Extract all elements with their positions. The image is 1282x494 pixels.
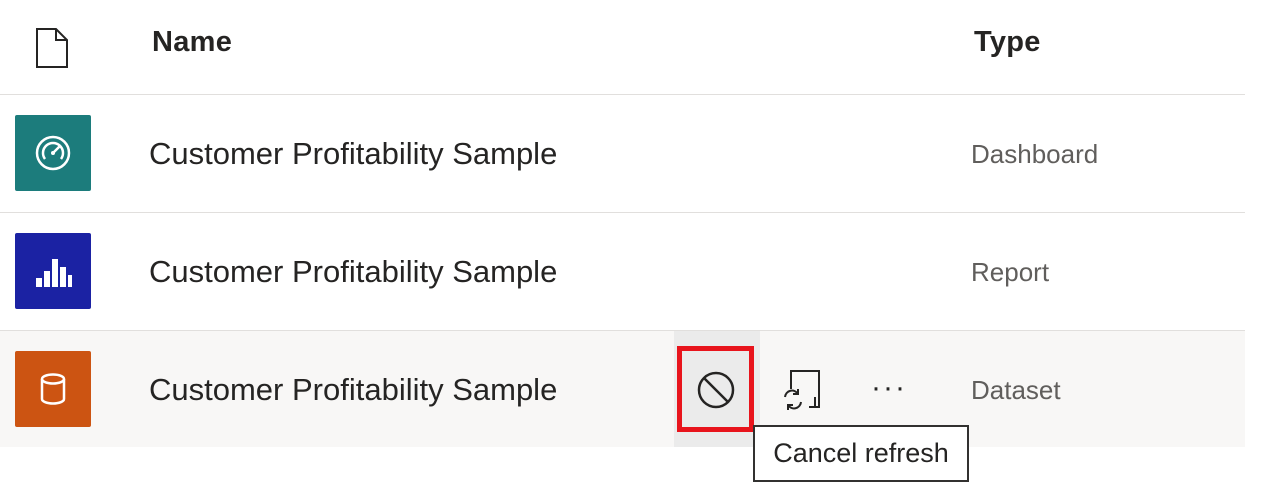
item-type: Report (971, 257, 1050, 287)
table-row[interactable]: Customer Profitability Sample Dashboard (0, 95, 1245, 213)
cancel-icon (697, 371, 735, 409)
database-icon (40, 373, 66, 405)
list-header: Name Type (0, 0, 1245, 95)
more-options-button[interactable]: ··· (866, 365, 912, 411)
file-icon (34, 28, 70, 68)
dataset-tile (15, 351, 91, 427)
table-row[interactable]: Customer Profitability Sample ··· Datase… (0, 331, 1245, 447)
column-header-name[interactable]: Name (152, 26, 232, 59)
report-tile (15, 233, 91, 309)
item-type: Dataset (971, 375, 1061, 405)
gauge-icon (35, 135, 71, 171)
refresh-button[interactable] (779, 367, 825, 413)
cancel-refresh-button[interactable] (677, 346, 754, 432)
item-name[interactable]: Customer Profitability Sample (149, 372, 557, 408)
tooltip: Cancel refresh (753, 425, 969, 482)
dashboard-tile (15, 115, 91, 191)
bar-chart-icon (36, 259, 72, 287)
table-row[interactable]: Customer Profitability Sample Report (0, 213, 1245, 331)
refresh-icon (784, 370, 820, 410)
column-header-type[interactable]: Type (974, 26, 1041, 59)
item-name[interactable]: Customer Profitability Sample (149, 136, 557, 172)
item-type: Dashboard (971, 139, 1099, 169)
workspace-content-list: Name Type Customer Profitability Sample … (0, 0, 1282, 494)
item-name[interactable]: Customer Profitability Sample (149, 254, 557, 290)
